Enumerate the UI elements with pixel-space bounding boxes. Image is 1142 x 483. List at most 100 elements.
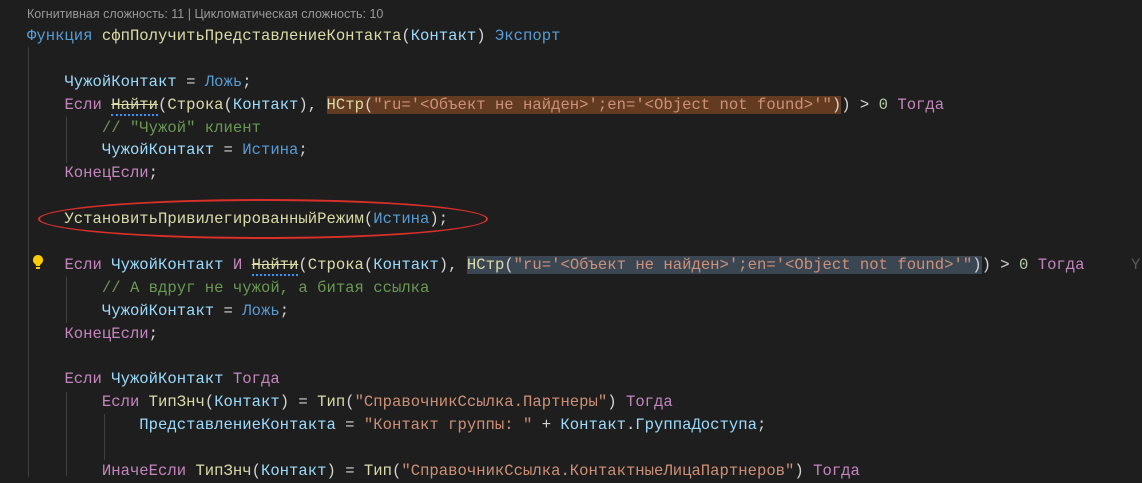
code-token: ПредставлениеКонтакта: [139, 416, 336, 435]
code-token: ;: [148, 164, 159, 183]
code-line[interactable]: // А вдруг не чужой, а битая ссылка: [27, 277, 1085, 300]
code-token: ТипЗнч: [195, 461, 252, 480]
code-token: ;: [242, 72, 252, 91]
code-token: Если: [64, 255, 112, 274]
code-token: ),: [298, 95, 327, 114]
code-token: (: [401, 27, 411, 45]
code-token: Контакт: [232, 95, 299, 114]
code-token: Если: [64, 370, 112, 389]
code-token: ЧужойКонтакт: [111, 370, 224, 389]
code-line[interactable]: ​: [27, 437, 1085, 460]
code-token: ) >: [841, 95, 879, 114]
code-token: ;: [756, 416, 767, 435]
code-token: (: [345, 393, 355, 412]
code-token: ),: [438, 255, 467, 274]
code-token: ЧужойКонтакт: [101, 141, 215, 160]
code-token: ): [794, 461, 814, 480]
code-token: Тогда: [232, 370, 280, 389]
code-token: КонецЕсли: [64, 164, 149, 183]
code-token: (: [204, 393, 215, 412]
code-token: Ложь: [204, 72, 243, 91]
code-line[interactable]: КонецЕсли;: [27, 162, 1085, 185]
code-token: ТипЗнч: [148, 393, 205, 412]
code-line[interactable]: ПредставлениеКонтакта = "Контакт группы:…: [27, 414, 1085, 437]
code-token: =: [214, 301, 243, 320]
code-token: Тогда: [1037, 255, 1085, 274]
code-token: Строка: [167, 95, 224, 114]
code-editor[interactable]: Функция сфпПолучитьПредставлениеКонтакта…: [27, 25, 1085, 483]
code-token: Найти: [111, 95, 159, 116]
code-token: ): [831, 95, 842, 114]
code-token: .: [625, 416, 636, 435]
code-token: Контакт: [373, 255, 439, 274]
code-line[interactable]: ИначеЕсли ТипЗнч(Контакт) = Тип("Справоч…: [27, 460, 1085, 483]
code-token: =: [335, 416, 364, 435]
code-token: ): [476, 27, 495, 45]
code-line[interactable]: Если ЧужойКонтакт И Найти(Строка(Контакт…: [27, 254, 1085, 277]
code-token: Тогда: [813, 461, 860, 480]
code-token: Экспорт: [494, 27, 561, 45]
code-token: ЧужойКонтакт: [64, 72, 177, 91]
code-token: (: [223, 95, 233, 114]
code-token: 0: [1019, 255, 1029, 274]
code-line[interactable]: КонецЕсли;: [27, 323, 1085, 346]
code-token: Если: [64, 95, 112, 114]
lightbulb-icon[interactable]: [31, 254, 45, 272]
code-token: ): [972, 255, 982, 274]
code-token: (: [158, 95, 168, 114]
code-line[interactable]: Функция сфпПолучитьПредставлениеКонтакта…: [27, 25, 1085, 48]
code-token: ) >: [981, 255, 1019, 274]
code-line[interactable]: ​: [27, 48, 1085, 71]
code-line[interactable]: Если Найти(Строка(Контакт), НСтр("ru='<О…: [27, 94, 1085, 117]
code-token: Контакт: [560, 416, 626, 435]
code-token: Функция: [27, 27, 102, 45]
code-token: Строка: [307, 255, 364, 274]
code-token: Найти: [251, 255, 299, 276]
code-token: =: [176, 72, 205, 91]
code-line[interactable]: ЧужойКонтакт = Ложь;: [27, 71, 1085, 94]
codelens-complexity[interactable]: Когнитивная сложность: 11 | Цикломатичес…: [27, 7, 383, 21]
code-token: ГруппаДоступа: [635, 416, 757, 435]
code-token: "СправочникСсылка.КонтактныеЛицаПартнеро…: [401, 461, 795, 480]
code-token: Контакт: [260, 461, 327, 480]
code-token: "ru='<Объект не найден>';en='<Object not…: [373, 95, 832, 114]
code-token: Тип: [363, 461, 392, 480]
code-token: (: [363, 255, 374, 274]
code-line[interactable]: Если ЧужойКонтакт Тогда: [27, 368, 1085, 391]
code-token: Ложь: [242, 301, 280, 320]
code-line[interactable]: Если ТипЗнч(Контакт) = Тип("СправочникСс…: [27, 391, 1085, 414]
code-line[interactable]: // "Чужой" клиент: [27, 117, 1085, 140]
code-token: Контакт: [410, 27, 477, 45]
code-token: "СправочникСсылка.Партнеры": [354, 393, 608, 412]
code-token: ) =: [326, 461, 364, 480]
code-token: ИначеЕсли: [101, 461, 196, 480]
code-line[interactable]: ЧужойКонтакт = Ложь;: [27, 300, 1085, 323]
code-token: Тогда: [625, 393, 673, 412]
annotation-ellipse: [38, 199, 488, 239]
code-token: ЧужойКонтакт: [111, 255, 224, 274]
code-token: Тип: [317, 393, 346, 412]
code-token: "Контакт группы: ": [363, 416, 533, 435]
code-token: ;: [148, 324, 159, 343]
code-token: (: [363, 95, 374, 114]
code-token: =: [214, 141, 243, 160]
code-token: Если: [101, 393, 149, 412]
code-token: И: [223, 255, 252, 274]
code-token: КонецЕсли: [64, 324, 149, 343]
code-line[interactable]: ЧужойКонтакт = Истина;: [27, 139, 1085, 162]
code-line[interactable]: ​: [27, 345, 1085, 368]
code-token: НСтр: [466, 255, 505, 274]
code-token: сфпПолучитьПредставлениеКонтакта: [101, 27, 402, 45]
